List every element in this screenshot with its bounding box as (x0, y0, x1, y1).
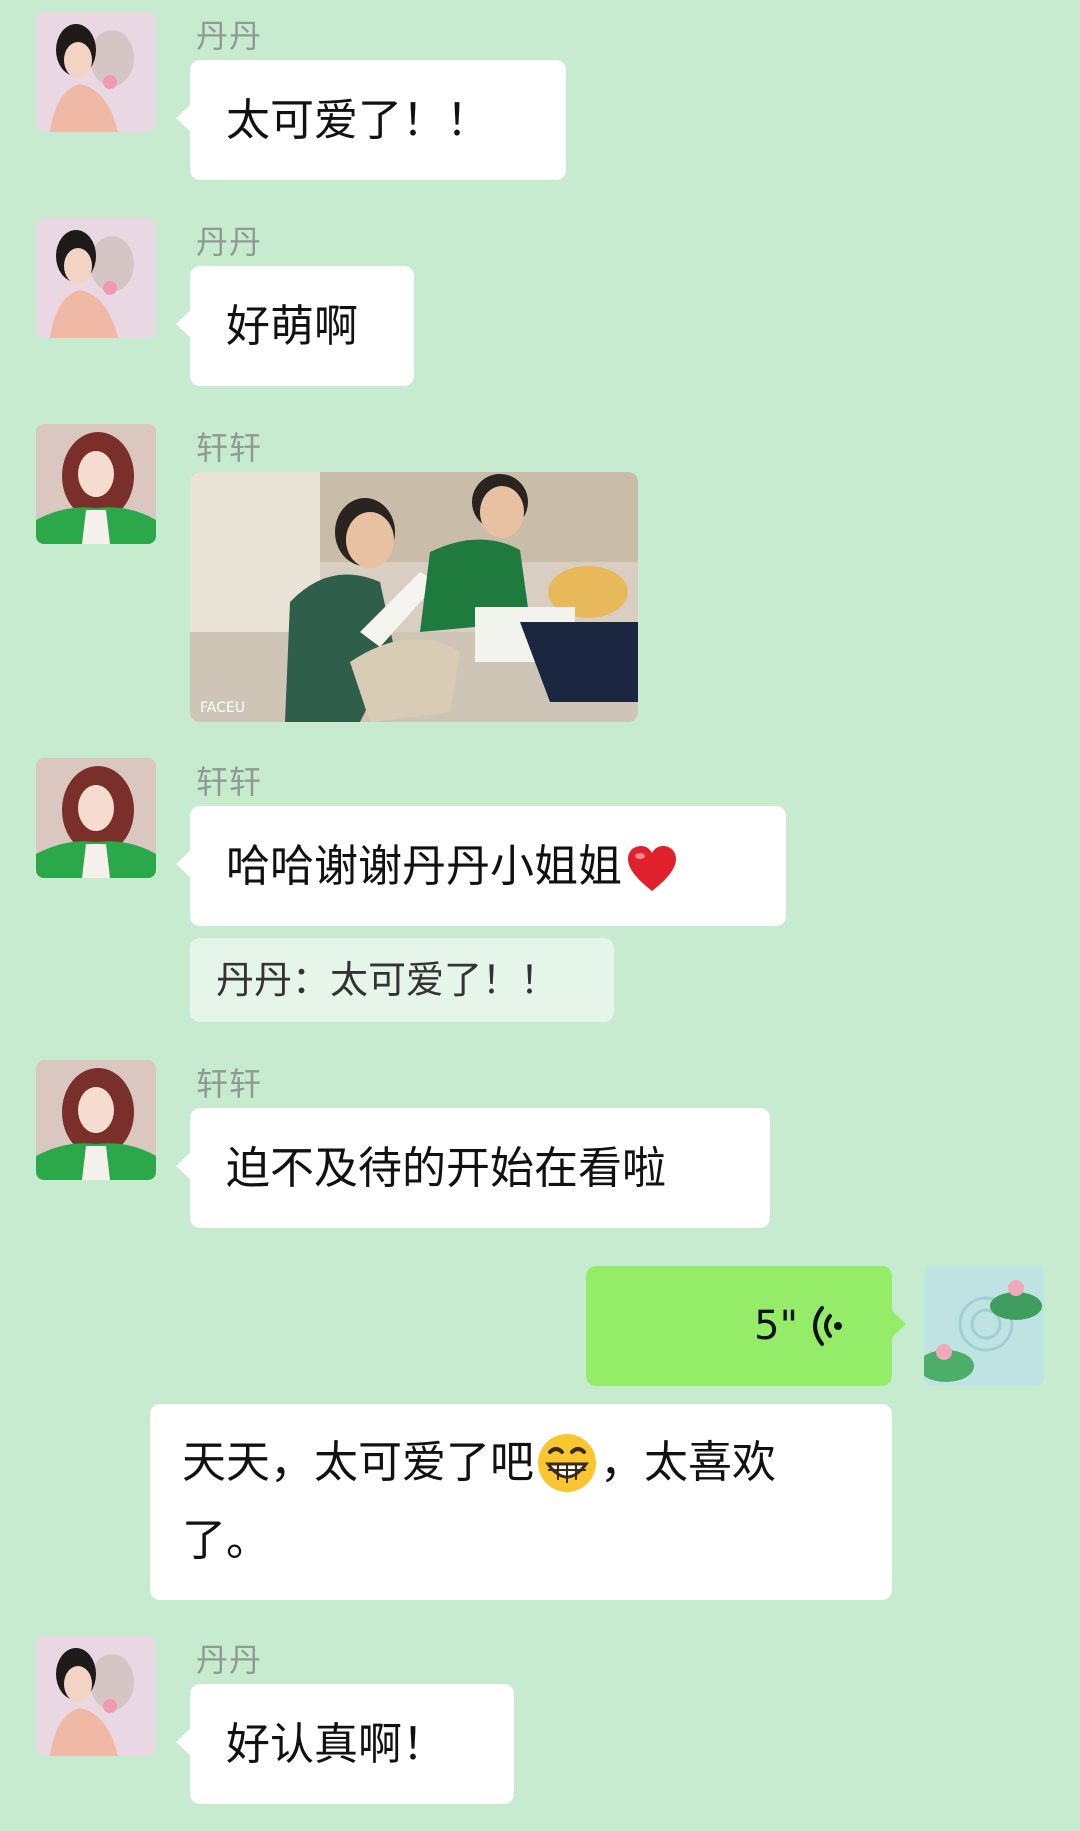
avatar-xuanxuan[interactable] (36, 1060, 156, 1180)
dandan-avatar-image (36, 1636, 156, 1756)
message-bubble[interactable]: 迫不及待的开始在看啦 (176, 1108, 770, 1228)
sender-name: 丹丹 (196, 223, 263, 261)
message-text-part1: 天天，太可爱了吧 (182, 1437, 534, 1488)
voice-message-bubble[interactable]: 5" (586, 1266, 906, 1386)
lotus-avatar-image (924, 1266, 1044, 1386)
avatar-xuanxuan[interactable] (36, 424, 156, 544)
quoted-reply[interactable]: 丹丹：太可爱了！！ (190, 938, 614, 1022)
voice-wave-icon (808, 1304, 844, 1348)
xuanxuan-avatar-image (36, 1060, 156, 1180)
message-bubble[interactable]: 天天，太可爱了吧 ，太喜欢 了。 (150, 1404, 892, 1600)
message-bubble[interactable]: 哈哈谢谢丹丹小姐姐 (176, 806, 786, 926)
red-heart-icon (624, 841, 680, 897)
avatar-xuanxuan[interactable] (36, 758, 156, 878)
shared-photo[interactable]: FACEU (190, 472, 638, 722)
two-boys-reading-photo: FACEU (190, 472, 638, 722)
sender-name: 轩轩 (196, 1065, 263, 1103)
message-text: 哈哈谢谢丹丹小姐姐 (226, 841, 622, 892)
quoted-text: 丹丹：太可爱了！！ (216, 958, 559, 1002)
avatar-dandan[interactable] (36, 1636, 156, 1756)
sender-name: 轩轩 (196, 763, 263, 801)
xuanxuan-avatar-image (36, 758, 156, 878)
photo-watermark: FACEU (200, 700, 245, 716)
message-text: 好认真啊！ (226, 1719, 446, 1770)
voice-duration: 5" (754, 1303, 798, 1349)
sender-name: 丹丹 (196, 17, 263, 55)
sender-name: 丹丹 (196, 1641, 263, 1679)
message-bubble[interactable]: 太可爱了！！ (176, 60, 566, 180)
avatar-dandan[interactable] (36, 12, 156, 132)
message-text: 迫不及待的开始在看啦 (226, 1143, 666, 1194)
grinning-face-icon (536, 1432, 598, 1494)
message-text: 好萌啊 (226, 301, 358, 352)
message-bubble[interactable]: 好萌啊 (176, 266, 414, 386)
message-text-part2: ，太喜欢 (600, 1437, 776, 1488)
avatar-self[interactable] (924, 1266, 1044, 1386)
message-text: 太可爱了！！ (226, 95, 490, 146)
sender-name: 轩轩 (196, 429, 263, 467)
xuanxuan-avatar-image (36, 424, 156, 544)
dandan-avatar-image (36, 218, 156, 338)
message-line-2: 了。 (182, 1515, 270, 1566)
message-line-1: 天天，太可爱了吧 ，太喜欢 (182, 1424, 860, 1502)
dandan-avatar-image (36, 12, 156, 132)
message-bubble[interactable]: 好认真啊！ (176, 1684, 514, 1804)
avatar-dandan[interactable] (36, 218, 156, 338)
